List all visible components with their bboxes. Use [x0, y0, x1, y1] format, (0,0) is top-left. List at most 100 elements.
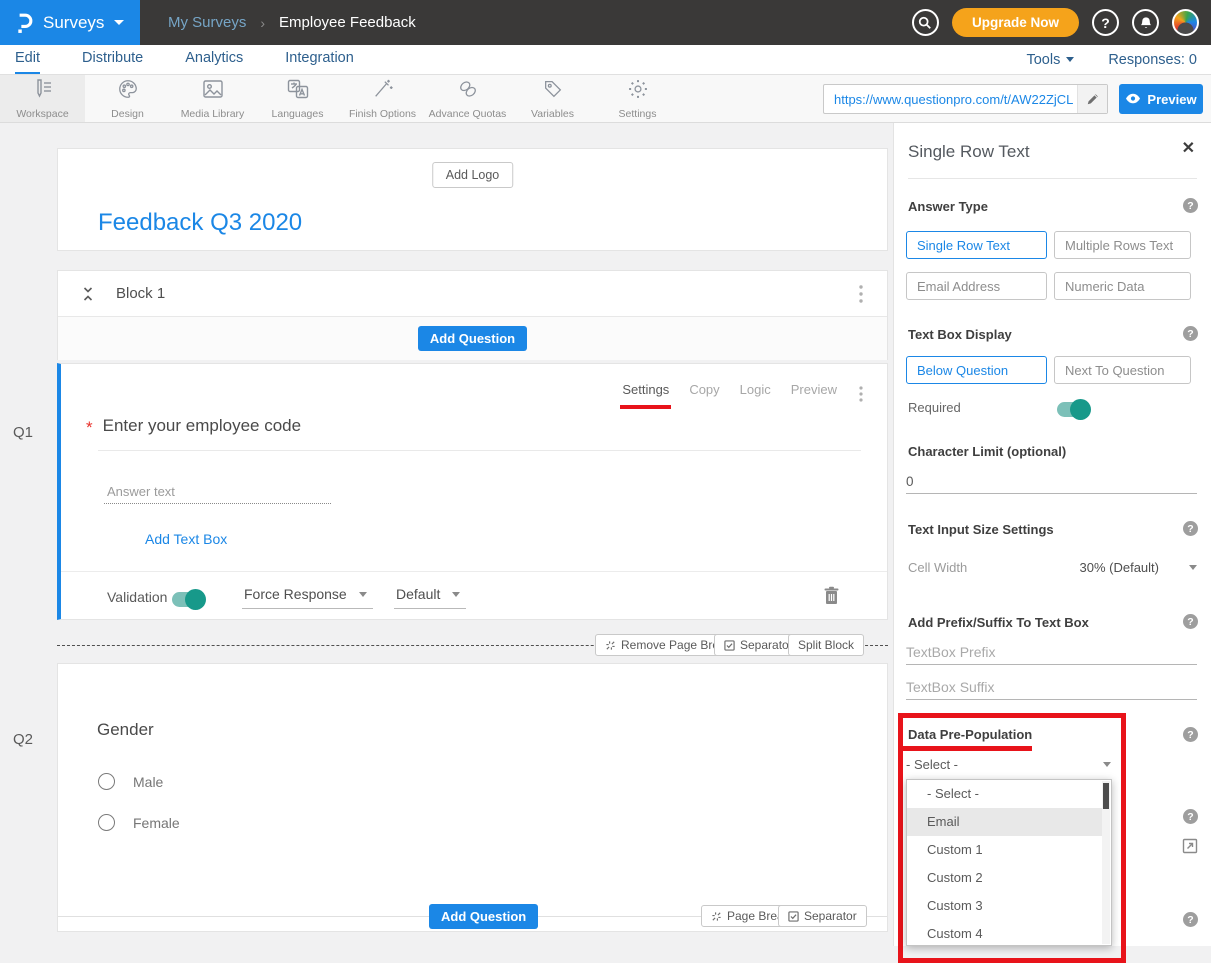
- survey-title[interactable]: Feedback Q3 2020: [98, 209, 302, 237]
- split-block-button[interactable]: Split Block: [788, 634, 864, 656]
- block-menu-dots-icon[interactable]: [859, 285, 863, 303]
- toolbar-advance-quotas[interactable]: Advance Quotas: [425, 75, 510, 122]
- collapse-block-icon[interactable]: [82, 286, 94, 302]
- block-title[interactable]: Block 1: [116, 285, 165, 302]
- character-limit-input[interactable]: [906, 470, 1197, 494]
- product-switcher[interactable]: Surveys: [0, 0, 140, 45]
- required-toggle[interactable]: [1057, 402, 1090, 417]
- eye-icon: [1125, 92, 1141, 107]
- split-block-label: Split Block: [798, 638, 854, 652]
- toolbar-workspace[interactable]: Workspace: [0, 75, 85, 122]
- question-text[interactable]: Gender: [97, 720, 154, 740]
- menu-scrollbar[interactable]: [1102, 781, 1110, 944]
- answer-option-female[interactable]: Female: [98, 814, 180, 831]
- answer-type-label: Answer Type: [908, 199, 988, 214]
- menu-scrollbar-thumb[interactable]: [1103, 783, 1109, 809]
- question-menu-dots-icon[interactable]: [859, 386, 863, 402]
- textbox-prefix-input[interactable]: [906, 641, 1197, 665]
- cell-width-label: Cell Width: [908, 560, 967, 575]
- validation-toggle[interactable]: [172, 592, 205, 607]
- answer-text-placeholder[interactable]: Answer text: [107, 484, 175, 499]
- help-icon[interactable]: ?: [1183, 614, 1198, 629]
- answer-option-male[interactable]: Male: [98, 773, 163, 790]
- help-icon[interactable]: ?: [1183, 727, 1198, 742]
- force-response-dropdown[interactable]: Force Response: [242, 586, 373, 609]
- question-number-q1: Q1: [13, 424, 33, 441]
- tab-analytics[interactable]: Analytics: [185, 46, 243, 74]
- tab-settings[interactable]: Settings: [622, 382, 669, 405]
- answer-type-email[interactable]: Email Address: [906, 272, 1047, 300]
- add-logo-button[interactable]: Add Logo: [432, 162, 514, 188]
- tab-distribute[interactable]: Distribute: [82, 46, 143, 74]
- tab-edit[interactable]: Edit: [15, 46, 40, 74]
- user-avatar[interactable]: [1172, 9, 1199, 36]
- preview-button[interactable]: Preview: [1119, 84, 1203, 114]
- checkbox-checked-icon: [788, 911, 799, 922]
- add-text-box-link[interactable]: Add Text Box: [145, 531, 227, 547]
- top-header: Surveys My Surveys › Employee Feedback U…: [0, 0, 1211, 45]
- question-text[interactable]: Enter your employee code: [103, 416, 301, 436]
- help-icon[interactable]: ?: [1183, 198, 1198, 213]
- toolbar-design[interactable]: Design: [85, 75, 170, 122]
- answer-type-single-row[interactable]: Single Row Text: [906, 231, 1047, 259]
- toolbar-label: Finish Options: [349, 108, 416, 120]
- breadcrumb-my-surveys[interactable]: My Surveys: [168, 14, 246, 31]
- add-question-button[interactable]: Add Question: [429, 904, 538, 929]
- menu-option-email[interactable]: Email: [907, 808, 1105, 836]
- separator-button[interactable]: Separator: [778, 905, 867, 927]
- tab-integration[interactable]: Integration: [285, 46, 354, 74]
- tab-preview[interactable]: Preview: [791, 382, 837, 405]
- search-icon[interactable]: [912, 9, 939, 36]
- toolbar-finish-options[interactable]: Finish Options: [340, 75, 425, 122]
- radio-button-icon[interactable]: [98, 773, 115, 790]
- cell-width-dropdown[interactable]: Cell Width 30% (Default): [908, 560, 1197, 575]
- upgrade-now-button[interactable]: Upgrade Now: [952, 8, 1079, 37]
- broken-link-icon: [711, 911, 722, 922]
- questionpro-logo-icon: [14, 11, 33, 35]
- toolbar-settings[interactable]: Settings: [595, 75, 680, 122]
- help-icon[interactable]: ?: [1183, 809, 1198, 824]
- help-icon[interactable]: ?: [1092, 9, 1119, 36]
- help-icon[interactable]: ?: [1183, 326, 1198, 341]
- delete-question-trash-icon[interactable]: [824, 586, 839, 610]
- data-pre-population-select[interactable]: - Select -: [906, 757, 1111, 772]
- question-number-q2: Q2: [13, 731, 33, 748]
- tab-logic[interactable]: Logic: [740, 382, 771, 405]
- menu-option-custom-2[interactable]: Custom 2: [907, 864, 1105, 892]
- display-next-to-question[interactable]: Next To Question: [1054, 356, 1191, 384]
- menu-option-select[interactable]: - Select -: [907, 780, 1105, 808]
- survey-header-card: Add Logo Feedback Q3 2020: [57, 148, 888, 251]
- textbox-suffix-input[interactable]: [906, 676, 1197, 700]
- toolbar-media-library[interactable]: Media Library: [170, 75, 255, 122]
- help-icon[interactable]: ?: [1183, 912, 1198, 927]
- gear-icon: [626, 78, 650, 105]
- answer-type-multiple-rows[interactable]: Multiple Rows Text: [1054, 231, 1191, 259]
- tab-copy[interactable]: Copy: [689, 382, 719, 405]
- menu-option-custom-4[interactable]: Custom 4: [907, 920, 1105, 946]
- external-link-icon[interactable]: [1182, 838, 1198, 859]
- menu-option-custom-1[interactable]: Custom 1: [907, 836, 1105, 864]
- answer-type-numeric[interactable]: Numeric Data: [1054, 272, 1191, 300]
- notifications-bell-icon[interactable]: [1132, 9, 1159, 36]
- selected-value: - Select -: [906, 757, 958, 772]
- survey-canvas: Q1 Q2 Add Logo Feedback Q3 2020 Block 1 …: [0, 123, 893, 946]
- validation-default-dropdown[interactable]: Default: [394, 586, 466, 609]
- option-label: Male: [133, 774, 163, 790]
- annotation-underline: [902, 746, 1032, 751]
- toolbar-languages[interactable]: Languages: [255, 75, 340, 122]
- survey-url-input[interactable]: [824, 92, 1077, 107]
- add-question-button[interactable]: Add Question: [418, 326, 527, 351]
- toolbar-variables[interactable]: Variables: [510, 75, 595, 122]
- text-box-display-label: Text Box Display: [908, 327, 1012, 342]
- display-below-question[interactable]: Below Question: [906, 356, 1047, 384]
- radio-button-icon[interactable]: [98, 814, 115, 831]
- app-root: Surveys My Surveys › Employee Feedback U…: [0, 0, 1211, 946]
- close-icon[interactable]: ✕: [1182, 141, 1195, 157]
- edit-url-pencil-icon[interactable]: [1077, 85, 1107, 113]
- menu-option-custom-3[interactable]: Custom 3: [907, 892, 1105, 920]
- tools-menu[interactable]: Tools: [1026, 52, 1074, 68]
- help-icon[interactable]: ?: [1183, 521, 1198, 536]
- page-break-row: Remove Page Break Separator Split Block: [57, 634, 888, 657]
- chevron-down-icon: [452, 592, 460, 597]
- toolbar-label: Design: [111, 108, 144, 120]
